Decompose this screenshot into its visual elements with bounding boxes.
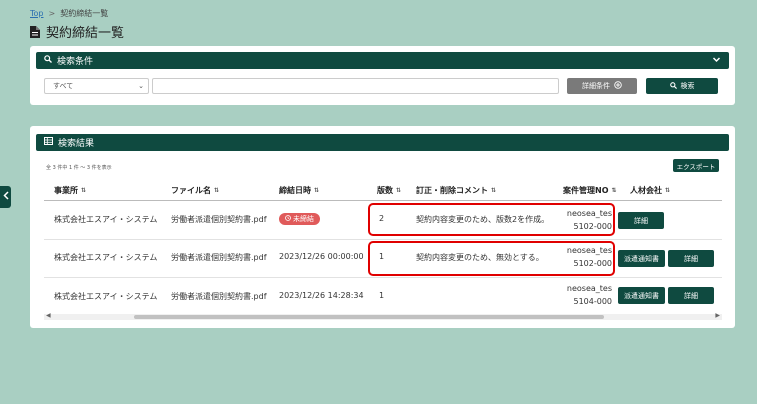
- advanced-conditions-label: 詳細条件: [582, 82, 610, 90]
- sort-icon: ⇅: [81, 187, 86, 194]
- page-title: 契約締結一覧: [30, 22, 124, 41]
- col-header-file-name[interactable]: ファイル名 ⇅: [171, 185, 219, 196]
- sort-icon: ⇅: [314, 187, 319, 194]
- row-2-dispatch-notice-button[interactable]: 派遣通知書: [618, 250, 665, 267]
- row-3-dispatch-notice-button[interactable]: 派遣通知書: [618, 287, 665, 304]
- highlight-box-row-1: [368, 203, 615, 236]
- plus-circle-icon: [614, 81, 622, 91]
- sort-icon: ⇅: [214, 187, 219, 194]
- page-title-text: 契約締結一覧: [46, 26, 125, 41]
- row-1-office: 株式会社エスアイ・システム: [54, 215, 158, 224]
- results-panel-title: 検索結果: [58, 139, 95, 149]
- row-2-signed-at: 2023/12/26 00:00:00: [279, 252, 364, 261]
- row-3-detail-button[interactable]: 詳細: [668, 287, 714, 304]
- search-panel: 検索条件 すべて ⌄ 詳細条件 検索: [30, 46, 735, 105]
- search-panel-header[interactable]: 検索条件: [36, 52, 729, 69]
- keyword-input[interactable]: [152, 78, 559, 94]
- highlight-box-row-2: [368, 241, 615, 276]
- search-button-label: 検索: [680, 82, 695, 90]
- document-icon: [30, 25, 40, 38]
- col-header-agency[interactable]: 人材会社 ⇅: [630, 185, 670, 196]
- table-icon: [44, 137, 53, 148]
- scroll-thumb[interactable]: [134, 315, 604, 319]
- header-divider: [44, 200, 722, 201]
- col-header-signed-at[interactable]: 締結日時 ⇅: [279, 185, 319, 196]
- search-panel-title: 検索条件: [57, 57, 94, 67]
- row-divider: [44, 239, 722, 240]
- horizontal-scrollbar[interactable]: ◀ ▶: [44, 312, 722, 320]
- row-2-detail-button[interactable]: 詳細: [668, 250, 714, 267]
- search-button[interactable]: 検索: [646, 78, 718, 94]
- col-header-office-label: 事業所: [54, 186, 78, 195]
- breadcrumb: Top > 契約締結一覧: [30, 8, 108, 19]
- search-icon: [44, 55, 52, 66]
- scope-select-value: すべて: [53, 82, 74, 90]
- row-1-file-name[interactable]: 労働者派遣個別契約書.pdf: [171, 214, 267, 225]
- col-header-version-label: 版数: [377, 186, 393, 195]
- col-header-version[interactable]: 版数 ⇅: [377, 185, 401, 196]
- col-header-agency-label: 人材会社: [630, 186, 662, 195]
- row-3-case-no-line1: neosea_tes: [566, 284, 612, 293]
- row-3-office: 株式会社エスアイ・システム: [54, 292, 158, 301]
- row-3-case-no: neosea_tes 5104-000: [552, 282, 612, 308]
- row-2-file-name[interactable]: 労働者派遣個別契約書.pdf: [171, 252, 267, 263]
- scroll-left-icon[interactable]: ◀: [46, 312, 51, 319]
- row-2-office: 株式会社エスアイ・システム: [54, 253, 158, 262]
- sort-icon: ⇅: [491, 187, 496, 194]
- row-3-case-no-line2: 5104-000: [573, 297, 612, 306]
- breadcrumb-top-link[interactable]: Top: [30, 9, 44, 18]
- col-header-file-name-label: ファイル名: [171, 186, 211, 195]
- scope-select[interactable]: すべて ⌄: [44, 78, 149, 94]
- result-count: 全 3 件中 1 件 ～ 3 件を表示: [46, 165, 112, 171]
- scroll-right-icon[interactable]: ▶: [715, 312, 720, 319]
- chevron-down-icon: ⌄: [138, 82, 144, 90]
- search-icon: [669, 81, 677, 91]
- row-3-signed-at: 2023/12/26 14:28:34: [279, 291, 364, 300]
- clock-icon: [285, 215, 291, 223]
- results-panel: 検索結果 全 3 件中 1 件 ～ 3 件を表示 エクスポート 事業所 ⇅ ファイ…: [30, 126, 735, 328]
- export-button[interactable]: エクスポート: [673, 159, 719, 172]
- row-3-version: 1: [379, 291, 385, 300]
- results-panel-header: 検索結果: [36, 134, 729, 151]
- col-header-office[interactable]: 事業所 ⇅: [54, 185, 86, 196]
- col-header-case-no[interactable]: 案件管理NO ⇅: [563, 185, 617, 196]
- chevron-left-icon: [2, 191, 9, 203]
- sidebar-toggle-button[interactable]: [0, 186, 11, 208]
- row-3-file-name[interactable]: 労働者派遣個別契約書.pdf: [171, 291, 267, 302]
- sort-icon: ⇅: [665, 187, 670, 194]
- col-header-comment-label: 訂正・削除コメント: [416, 186, 488, 195]
- row-divider: [44, 277, 722, 278]
- status-badge-label: 未締結: [293, 215, 314, 223]
- sort-icon: ⇅: [611, 187, 617, 194]
- col-header-case-no-label: 案件管理NO: [563, 186, 609, 195]
- breadcrumb-separator: >: [48, 9, 56, 18]
- advanced-conditions-button[interactable]: 詳細条件: [567, 78, 637, 94]
- status-badge: 未締結: [279, 213, 320, 225]
- breadcrumb-current: 契約締結一覧: [60, 9, 109, 18]
- row-1-detail-button[interactable]: 詳細: [618, 212, 664, 229]
- chevron-down-icon[interactable]: [712, 55, 721, 67]
- col-header-comment[interactable]: 訂正・削除コメント ⇅: [416, 185, 496, 196]
- sort-icon: ⇅: [396, 187, 401, 194]
- col-header-signed-at-label: 締結日時: [279, 186, 311, 195]
